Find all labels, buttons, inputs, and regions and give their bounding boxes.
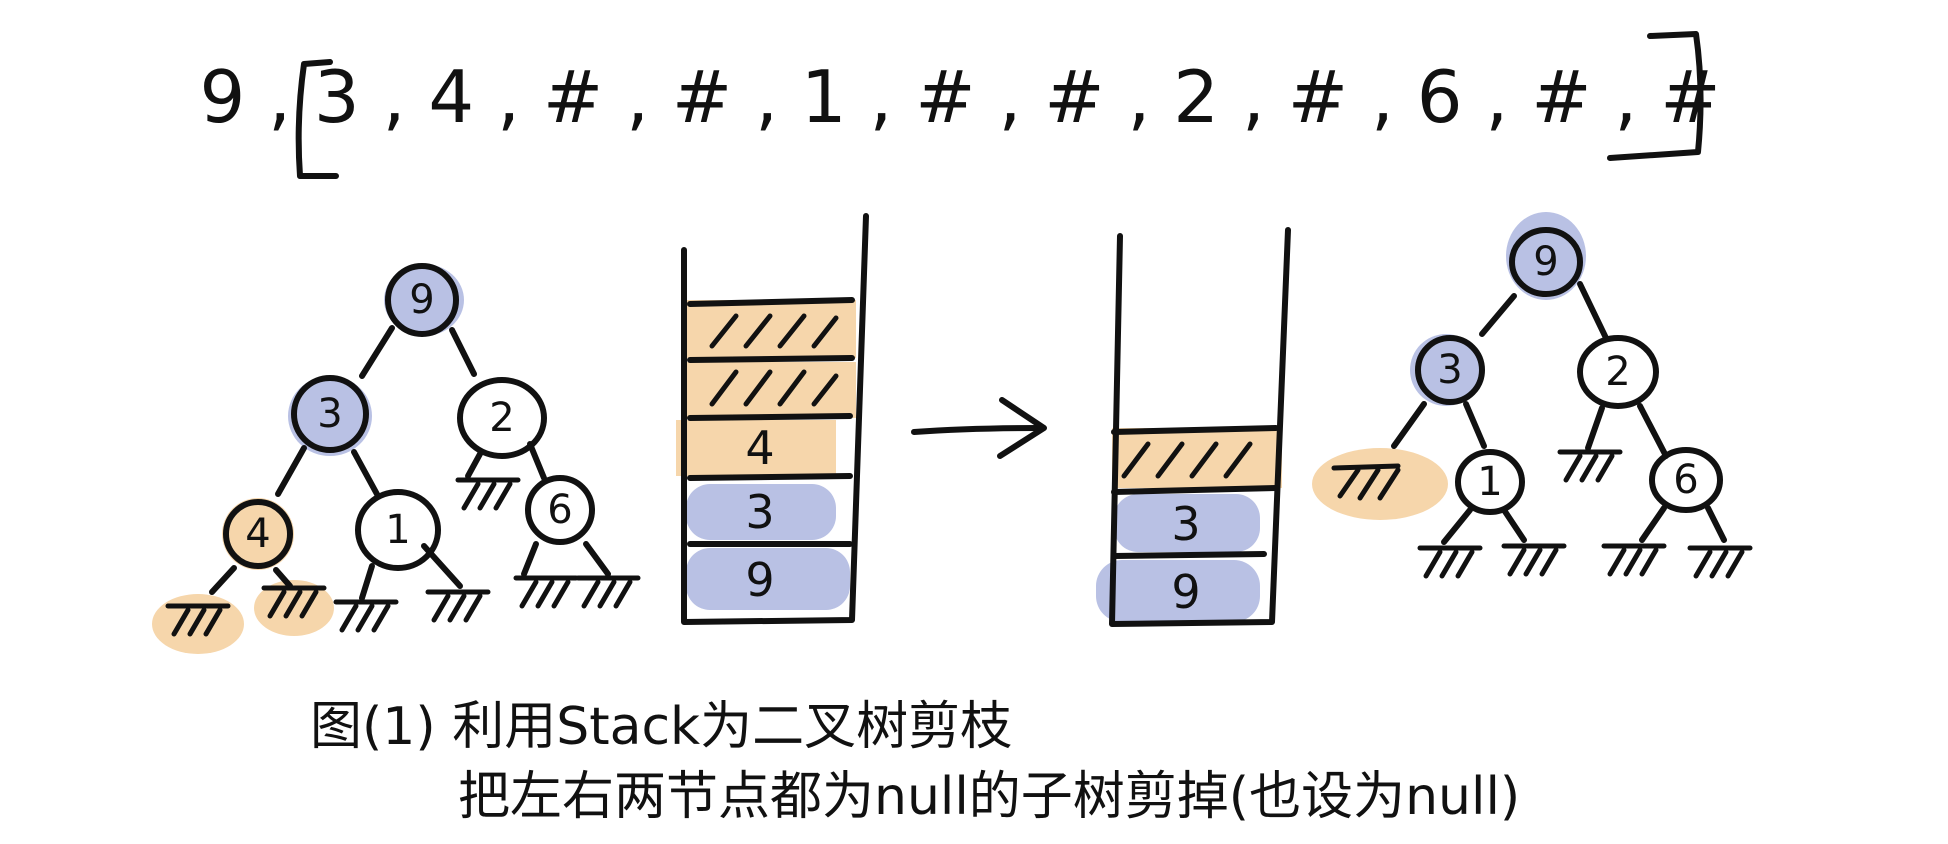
edge-3-4: [275, 445, 307, 497]
node-label: 2: [489, 395, 514, 441]
edge-3-1: [351, 449, 381, 499]
edge-4-null-l: [209, 565, 237, 595]
hatched-null-icon: [578, 578, 638, 606]
stack-divider: [687, 297, 855, 307]
caption: 图(1) 利用Stack为二叉树剪枝 把左右两节点都为null的子树剪掉(也设为…: [310, 697, 1520, 827]
node-label: 4: [245, 511, 270, 557]
node-label: 6: [1673, 457, 1698, 503]
stack-divider: [1111, 551, 1267, 559]
right-arrow-icon: [911, 397, 1047, 459]
stack-divider: [687, 473, 853, 481]
edge-9-3: [1479, 293, 1517, 337]
edge-1-null-r: [1501, 507, 1527, 543]
hatched-null-icon: [516, 578, 576, 606]
tree-before: 9 3 2 4 1 6: [152, 263, 638, 654]
edge-9-2: [449, 327, 477, 377]
edge-6-null-l: [521, 541, 539, 577]
node-label: 2: [1605, 349, 1630, 395]
node-label: 1: [385, 507, 410, 553]
hatched-null-icon: [428, 592, 488, 620]
stack-divider: [1111, 425, 1279, 435]
highlight-pruned-null: [1312, 448, 1448, 520]
edge-2-null: [465, 451, 483, 479]
hatched-null-icon: [1560, 452, 1620, 480]
edge-2-null: [1585, 405, 1605, 451]
stack-slot-label: 4: [745, 421, 774, 475]
edge-9-3: [359, 325, 395, 379]
edge-2-6: [1637, 403, 1669, 459]
edge-6-null-r: [583, 541, 611, 577]
stack-after: 3 9: [1096, 227, 1291, 627]
node-label: 1: [1477, 459, 1502, 505]
hatched-null-icon: [336, 602, 396, 630]
node-label: 9: [1533, 239, 1558, 285]
stack-before: 4 3 9: [676, 213, 869, 625]
edge-3-null: [1391, 401, 1427, 449]
hatched-null-icon: [1420, 548, 1480, 576]
serialization-text: 9 , 3 , 4 , # , # , 1 , # , # , 2 , # , …: [199, 55, 1720, 139]
edge-6-null-r: [1705, 505, 1727, 543]
hatched-null-icon: [1504, 546, 1564, 574]
edge-1-null-l: [359, 563, 375, 601]
edge-3-1: [1463, 401, 1487, 449]
hatched-null-icon: [1604, 546, 1664, 574]
caption-line-2: 把左右两节点都为null的子树剪掉(也设为null): [458, 767, 1520, 827]
diagram-canvas: 9 , 3 , 4 , # , # , 1 , # , # , 2 , # , …: [152, 31, 1948, 827]
edge-6-null-l: [1639, 505, 1667, 543]
stack-divider: [687, 355, 855, 363]
stack-divider: [687, 413, 853, 421]
hatched-null-icon: [1690, 548, 1750, 576]
tree-after: 9 3 2 1 6: [1312, 212, 1750, 576]
serialization-array: 9 , 3 , 4 , # , # , 1 , # , # , 2 , # , …: [199, 31, 1721, 179]
hatched-null-icon: [458, 480, 518, 508]
stack-slot-label: 9: [1171, 565, 1200, 619]
caption-line-1: 图(1) 利用Stack为二叉树剪枝: [310, 697, 1012, 757]
edge-2-6: [527, 441, 547, 481]
edge-1-null-l: [1441, 507, 1473, 545]
node-label: 3: [317, 391, 342, 437]
stack-divider: [1111, 485, 1279, 495]
node-label: 3: [1437, 347, 1462, 393]
edge-9-2: [1577, 281, 1609, 341]
stack-slot-label: 3: [1171, 497, 1200, 551]
stack-slot-label: 3: [745, 485, 774, 539]
node-label: 9: [409, 277, 434, 323]
stack-slot-label: 9: [745, 553, 774, 607]
node-label: 6: [547, 487, 572, 533]
